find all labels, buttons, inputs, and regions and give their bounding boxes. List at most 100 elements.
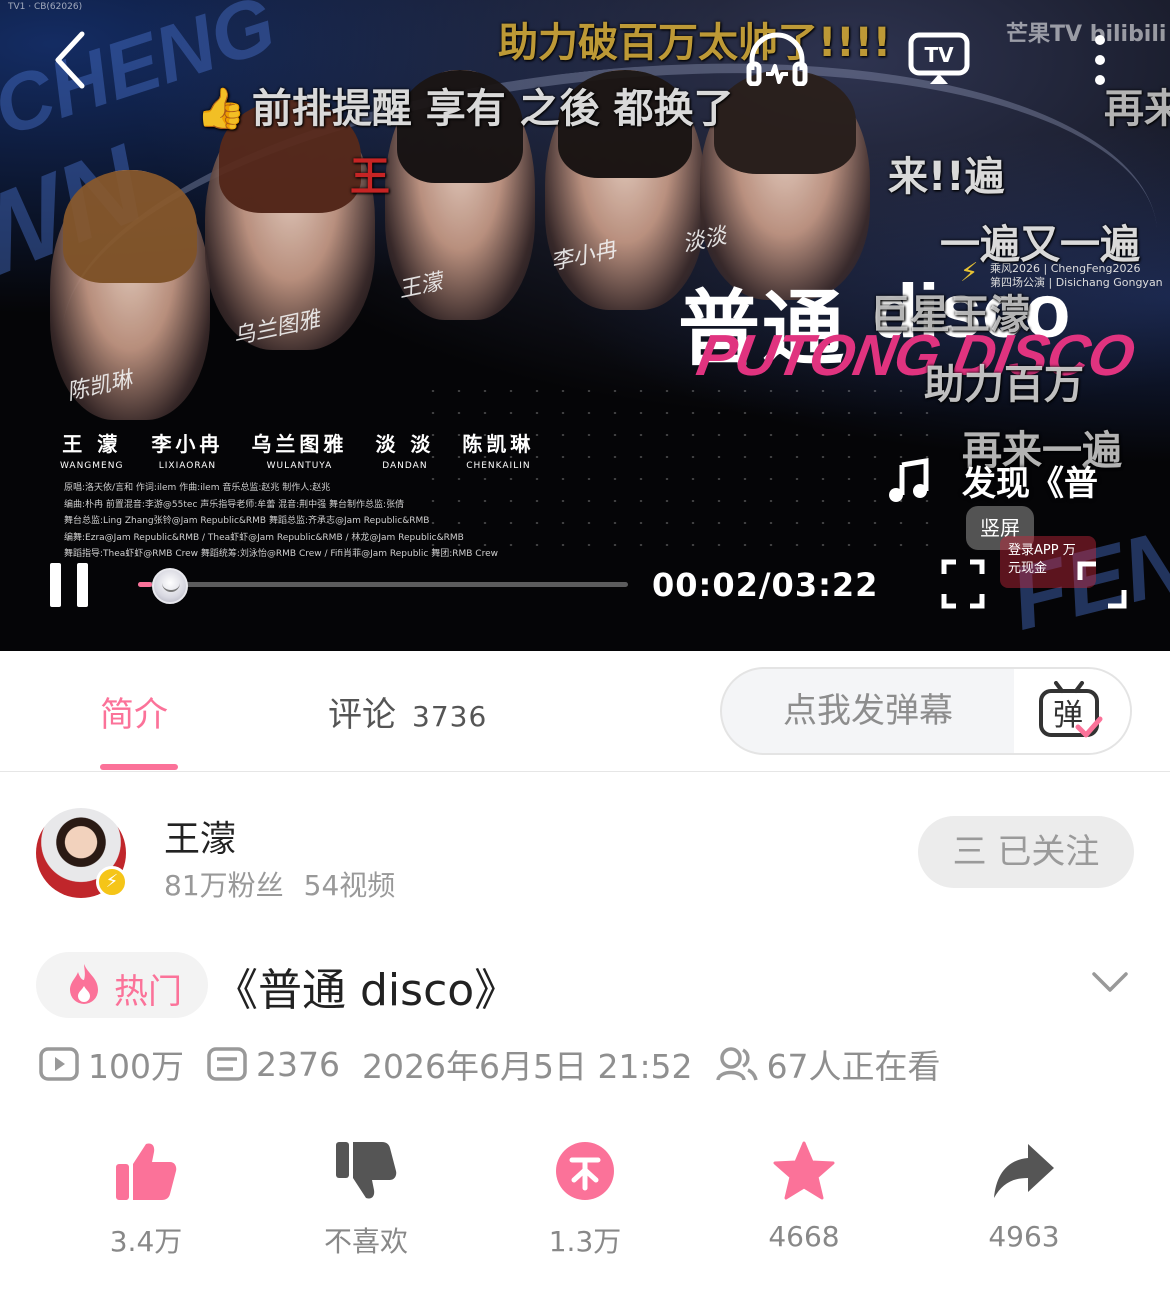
uploader-videos: 54视频 — [303, 869, 396, 902]
tab-bar: 简介 评论 3736 点我发弹幕 弹 — [0, 651, 1170, 772]
svg-text:TV: TV — [924, 43, 954, 67]
playback-time: 00:02/03:22 — [652, 566, 879, 604]
music-note-icon — [889, 457, 929, 502]
danmaku-comment: 再来 — [1104, 86, 1170, 132]
publish-time: 2026年6月5日 21:52 — [361, 1047, 693, 1086]
listen-mode-button[interactable] — [746, 30, 808, 86]
tab-comments[interactable]: 评论 3736 — [328, 687, 487, 736]
performer-name-cn: 淡 淡 — [375, 432, 435, 456]
performer-name-cn: 王 濛 — [62, 432, 122, 456]
tv-cast-icon: TV — [908, 32, 970, 84]
expand-button[interactable] — [1076, 560, 1128, 610]
coin-button[interactable]: 1.3万 — [515, 1140, 655, 1260]
tab-active-indicator — [100, 764, 178, 770]
performer-name: 陈凯琳 CHENKAILIN — [462, 428, 534, 471]
tab-comments-label: 评论 — [328, 695, 396, 735]
hot-badge[interactable]: 热门 — [36, 952, 208, 1018]
coin-icon — [556, 1142, 614, 1200]
follow-button[interactable]: 三 已关注 — [918, 816, 1134, 888]
fullscreen-button[interactable] — [940, 558, 986, 610]
danmaku-comment: 助力百万 — [924, 362, 1084, 408]
favorite-button[interactable]: 4668 — [734, 1140, 874, 1253]
view-count: 100万 — [88, 1047, 184, 1086]
play-count-icon — [39, 1047, 79, 1081]
viewers-icon — [715, 1047, 758, 1081]
thumbs-down-icon — [336, 1142, 397, 1199]
star-icon — [773, 1141, 835, 1200]
danmaku-icon: 弹 — [1039, 681, 1103, 738]
video-credits: 原唱:洛天依/言和 作词:ilem 作曲:ilem 音乐总监:赵兆 制作人:赵兆… — [64, 480, 498, 563]
performer-name-en: CHENKAILIN — [466, 461, 531, 471]
credit-line: 舞台总监:Ling Zhang张铃@Jam Republic&RMB 舞蹈总监:… — [64, 516, 430, 526]
credit-line: 原唱:洛天依/言和 作词:ilem 作曲:ilem 音乐总监:赵兆 制作人:赵兆 — [64, 483, 331, 493]
performer-name-cn: 陈凯琳 — [462, 432, 535, 456]
like-button[interactable]: 3.4万 — [76, 1140, 216, 1260]
danmaku-comment: 一遍又一遍 — [940, 222, 1140, 268]
music-discovery[interactable]: 发现《普 — [884, 456, 1098, 505]
danmaku-input[interactable]: 点我发弹幕 — [722, 669, 1014, 753]
like-count: 3.4万 — [109, 1225, 183, 1258]
dislike-button[interactable]: 不喜欢 — [296, 1140, 436, 1260]
performer-name: 王 濛 WANGMENG — [60, 428, 123, 471]
watching-count: 67人正在看 — [766, 1047, 941, 1086]
pause-icon — [50, 563, 61, 607]
dislike-label: 不喜欢 — [323, 1225, 408, 1258]
video-meta: 100万 2376 2026年6月5日 21:52 67人正在看 — [38, 1040, 941, 1088]
more-button[interactable] — [1090, 32, 1110, 88]
performer-names: 王 濛 WANGMENG 李小冉 LIXIAORAN 乌兰图雅 WULANTUYA 淡… — [60, 428, 534, 471]
headphone-icon — [746, 32, 808, 86]
pause-button[interactable] — [50, 563, 90, 607]
music-discovery-text: 发现《普 — [962, 464, 1098, 504]
danmaku-count: 2376 — [256, 1044, 340, 1084]
favorite-count: 4668 — [768, 1220, 840, 1253]
danmaku-text: 前排提醒 享有 之後 都换了 — [251, 86, 734, 132]
uploader-stats: 81万粉丝 54视频 — [164, 864, 395, 904]
channel-code: TV1 · CB(62026) — [8, 2, 83, 12]
share-count: 4963 — [988, 1220, 1060, 1253]
performer-name: 淡 淡 DANDAN — [375, 428, 434, 471]
performer-name-en: WULANTUYA — [266, 461, 333, 471]
tv-cast-button[interactable]: TV — [908, 30, 970, 86]
more-icon — [1095, 35, 1105, 85]
performer-name-en: DANDAN — [382, 461, 428, 471]
back-icon — [55, 31, 85, 89]
fullscreen-icon — [941, 559, 985, 609]
danmaku-comment: 👍 前排提醒 享有 之後 都换了 — [196, 76, 734, 134]
chevron-down-icon — [1092, 972, 1128, 992]
danmaku-comment: 来!!遍 — [888, 154, 1005, 200]
coin-count: 1.3万 — [548, 1225, 622, 1258]
uploader-fans: 81万粉丝 — [164, 869, 284, 902]
performer-name: 乌兰图雅 WULANTUYA — [251, 428, 347, 471]
danmaku-comment: 巨星王濛 — [870, 292, 1030, 338]
credit-line: 舞蹈指导:Thea虾虾@RMB Crew 舞蹈统筹:刘泳怡@RMB Crew /… — [64, 549, 498, 559]
tab-intro[interactable]: 简介 — [100, 687, 168, 736]
flame-icon — [70, 964, 98, 1004]
watermark: 芒果TV bilibili — [1006, 22, 1167, 47]
performer-name: 李小冉 LIXIAORAN — [151, 428, 223, 471]
expand-icon — [1077, 561, 1127, 609]
performer-name-cn: 李小冉 — [151, 432, 224, 456]
comment-count: 3736 — [412, 700, 488, 733]
expand-intro-button[interactable] — [1092, 970, 1128, 998]
credit-line: 编舞:Ezra@Jam Republic&RMB / Thea虾虾@Jam Re… — [64, 532, 464, 543]
video-player[interactable]: CHENG WN FENG 陈凯琳 乌兰图雅 王濛 李小冉 淡淡 普通 disc… — [0, 0, 1170, 651]
verified-lightning-icon: ⚡ — [96, 866, 128, 898]
danmaku-comment: 助力破百万太帅了!!!! — [498, 20, 891, 66]
credit-line: 编曲:朴冉 前置混音:李游@55tec 声乐指导老师:牟蕾 混音:荆中强 舞台制… — [64, 499, 405, 510]
hot-badge-label: 热门 — [114, 972, 182, 1012]
share-arrow-icon — [994, 1144, 1054, 1198]
performer-name-en: LIXIAORAN — [158, 461, 217, 471]
thumbs-up-icon — [116, 1143, 177, 1200]
performer-name-cn: 乌兰图雅 — [251, 432, 348, 456]
danmaku-toggle-button[interactable]: 弹 — [1014, 669, 1130, 753]
danmaku-count-icon — [207, 1047, 247, 1081]
progress-bar[interactable] — [138, 582, 628, 587]
action-bar: 3.4万 不喜欢 1.3万 4668 4963 — [0, 1140, 1170, 1270]
uploader-name[interactable]: 王濛 — [164, 810, 236, 862]
video-title: 《普通 disco》 — [214, 965, 519, 1016]
performer-name-en: WANGMENG — [60, 461, 124, 471]
share-button[interactable]: 4963 — [954, 1140, 1094, 1253]
back-button[interactable] — [50, 30, 90, 90]
progress-thumb[interactable] — [152, 568, 188, 604]
danmaku-comment: 王 — [350, 154, 390, 200]
